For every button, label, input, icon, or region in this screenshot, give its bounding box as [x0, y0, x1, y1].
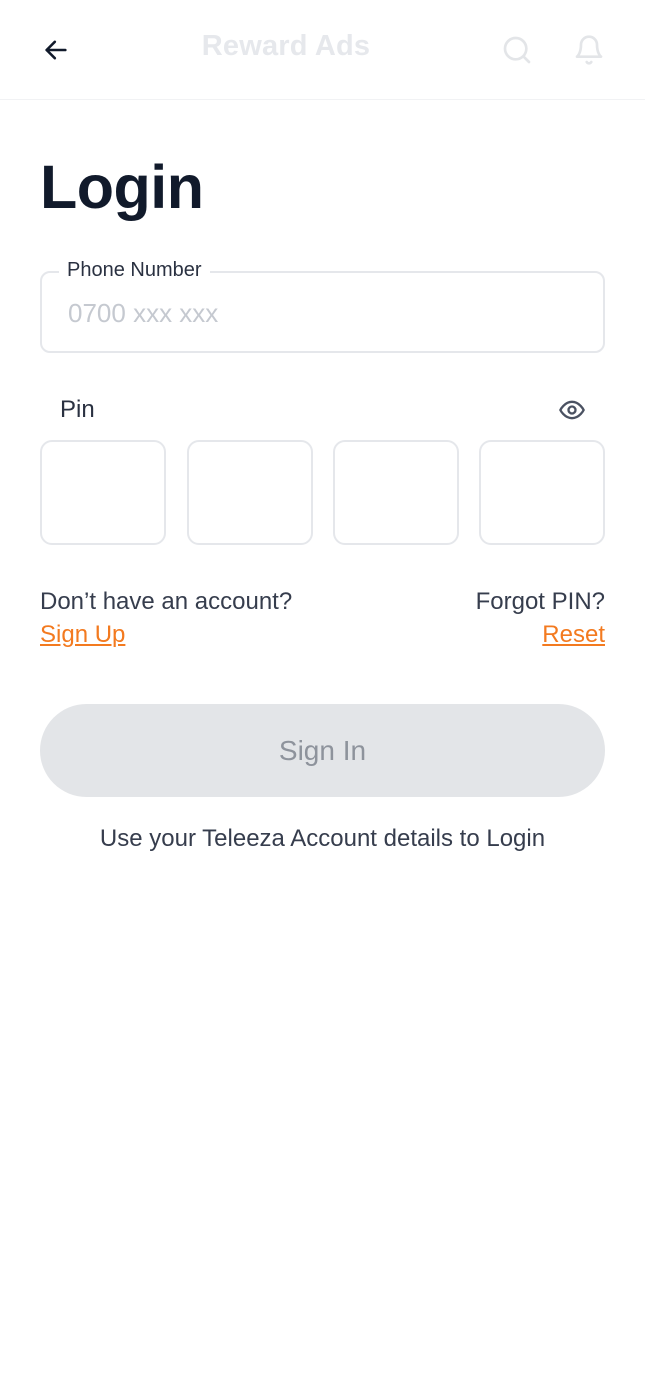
phone-number-input[interactable]	[68, 295, 588, 331]
bell-icon	[575, 35, 603, 65]
no-account-text: Don’t have an account?	[40, 588, 293, 615]
search-icon	[503, 36, 531, 64]
toggle-pin-visibility-button[interactable]	[556, 396, 588, 424]
pin-digit-1[interactable]	[40, 440, 166, 545]
phone-number-label: Phone Number	[59, 259, 210, 282]
sign-up-link[interactable]: Sign Up	[40, 621, 125, 649]
notifications-button[interactable]	[570, 31, 608, 69]
app-header: Reward Ads	[0, 0, 645, 100]
eye-icon	[559, 400, 585, 420]
page-title: Login	[40, 153, 204, 221]
pin-label: Pin	[60, 396, 95, 423]
forgot-pin-text: Forgot PIN?	[475, 588, 605, 615]
pin-digit-4[interactable]	[479, 440, 605, 545]
login-helper-text: Use your Teleeza Account details to Logi…	[99, 825, 546, 852]
search-button[interactable]	[498, 31, 536, 69]
sign-in-button[interactable]: Sign In	[40, 704, 605, 797]
reset-pin-link[interactable]: Reset	[542, 621, 605, 649]
pin-digit-2[interactable]	[187, 440, 313, 545]
pin-digit-3[interactable]	[333, 440, 459, 545]
phone-number-field: Phone Number	[40, 259, 605, 353]
header-title: Reward Ads	[201, 30, 371, 62]
